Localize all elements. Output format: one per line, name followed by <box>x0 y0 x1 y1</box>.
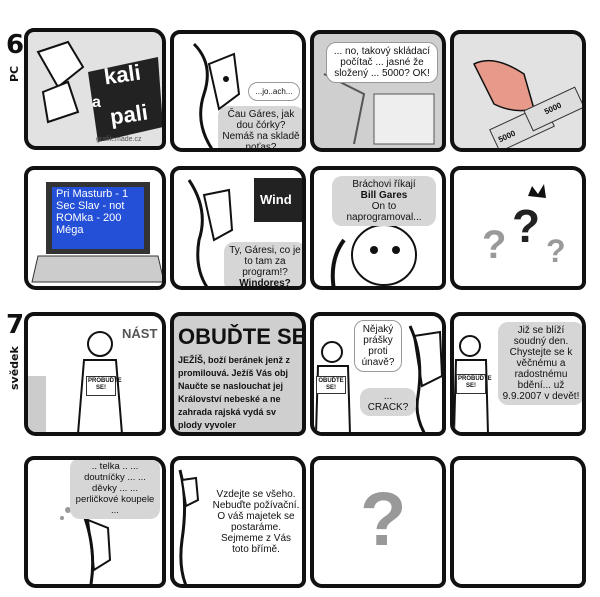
poster-headline: OBUĎTE SE <box>178 324 306 349</box>
poster-line: JEŽÍŠ, boží beránek jenž z <box>178 355 291 365</box>
speech-bubble: Již se blíží soudný den. Chystejte se k … <box>498 322 582 405</box>
section-label-pc: PC <box>8 65 21 82</box>
panel-7: Bráchovi říkají Bill Gares On to naprogr… <box>310 166 446 290</box>
logo-line2: a <box>92 94 101 111</box>
small-bubble: ...jo..ach... <box>248 82 300 101</box>
speech-bubble-2: ... CRACK? <box>360 388 416 416</box>
panel-11: OBUĎTE SE! Nějaký prášky proti únavě? ..… <box>310 312 446 436</box>
preacher-sign: PROBUĎTE SE! <box>86 376 122 396</box>
logo-line1: kali <box>102 59 143 90</box>
preacher-sign: OBUĎTE SE! <box>316 376 346 394</box>
panel-9: NÁST PROBUĎTE SE! <box>24 312 166 436</box>
title-panel: kali a pali grafik.made.cz <box>24 28 166 150</box>
bubble-line2: Bill Gares <box>360 190 408 201</box>
speech-bubble: Bráchovi říkají Bill Gares On to naprogr… <box>332 176 436 226</box>
poster-line: Naučte se naslouchat jej <box>178 381 284 391</box>
question-mark: ? <box>360 477 407 562</box>
panel-12: PROBUĎTE SE! Již se blíží soudný den. Ch… <box>450 312 586 436</box>
panel-10: OBUĎTE SE JEŽÍŠ, boží beránek jenž z pro… <box>170 312 306 436</box>
poster-line: plody vyvoler <box>178 420 237 430</box>
poster-line: Království nebeské a ne <box>178 394 281 404</box>
panel-13: .. telka .. ... doutníčky ... ... děvky … <box>24 456 166 588</box>
panel-3: ... no, takový skládací počítač ... jasn… <box>310 30 446 152</box>
speech-bubble: Vzdejte se všeho. Nebuďte požívační. O v… <box>208 486 302 558</box>
panel-4: 5000 5000 <box>450 30 586 152</box>
panel-5: Pri Masturb - 1 Sec Slav - not ROMka - 2… <box>24 166 166 290</box>
bubble-line3: On to naprogramoval... <box>346 201 422 223</box>
poster-line: promilouvá. Ježíš Vás obj <box>178 368 289 378</box>
panel-8: ? ? ? <box>450 166 586 290</box>
title-drawing <box>36 40 162 142</box>
section-label-svedek: svědek <box>8 346 21 390</box>
bubble-line1: Ty, Gáresi, co je to tam za program!? <box>229 245 301 278</box>
bubble-line2: Windores? <box>239 278 291 289</box>
svg-text:?: ? <box>482 223 506 267</box>
hand-money-drawing <box>472 59 582 148</box>
poster-body: JEŽÍŠ, boží beránek jenž z promilouvá. J… <box>178 354 290 432</box>
panel-2: ...jo..ach... Čau Gáres, jak dou čórky? … <box>170 30 306 152</box>
bubble-line1: Bráchovi říkají <box>352 179 416 190</box>
speech-bubble: ... no, takový skládací počítač ... jasn… <box>326 42 438 83</box>
windows-label: Wind <box>260 192 292 207</box>
svg-text:?: ? <box>546 233 566 269</box>
speech-bubble-1: Nějaký prášky proti únavě? <box>354 320 402 372</box>
preacher-sign: PROBUĎTE SE! <box>456 374 492 394</box>
panel-14: Vzdejte se všeho. Nebuďte požívační. O v… <box>170 456 306 588</box>
panel-15: ? <box>310 456 446 588</box>
panel-6: Wind Ty, Gáresi, co je to tam za program… <box>170 166 306 290</box>
question-marks-drawing: ? ? ? <box>482 184 566 269</box>
poster-line: zahrada rajská vydá sv <box>178 407 277 417</box>
credit-text: grafik.made.cz <box>96 136 142 143</box>
speech-bubble: Čau Gáres, jak dou čórky? Nemáš na sklad… <box>218 106 302 148</box>
panel-16 <box>450 456 586 588</box>
svg-text:?: ? <box>512 200 540 252</box>
nastenka-sign: NÁST <box>122 326 158 341</box>
logo-line3: pali <box>108 99 150 130</box>
section-number-7: 7 <box>6 310 25 340</box>
thought-bubble: .. telka .. ... doutníčky ... ... děvky … <box>70 460 160 519</box>
screen-text: Pri Masturb - 1 Sec Slav - not ROMka - 2… <box>56 188 129 236</box>
section-number-6: 6 <box>6 30 25 60</box>
speech-bubble: Ty, Gáresi, co je to tam za program!? Wi… <box>224 242 302 289</box>
